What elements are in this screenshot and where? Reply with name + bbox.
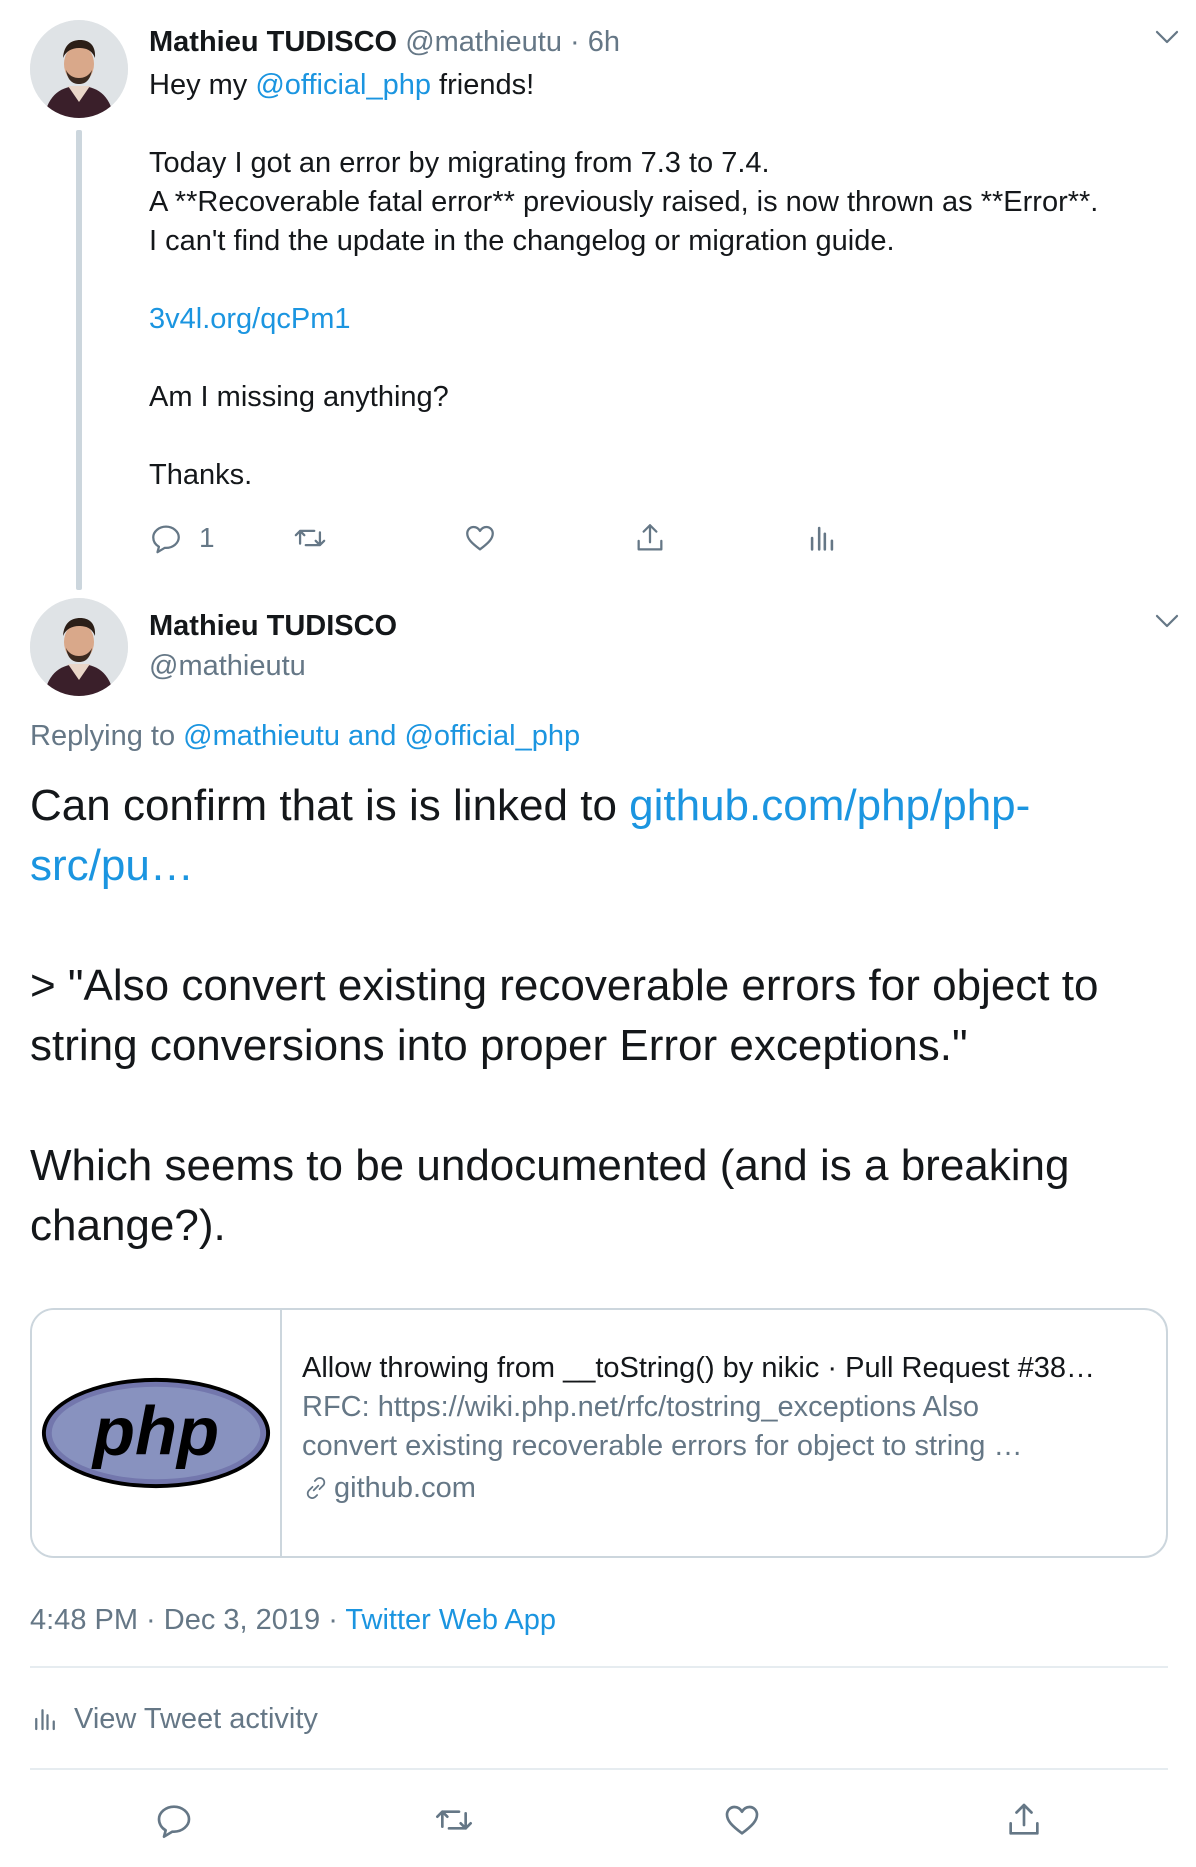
retweet-icon (294, 529, 326, 547)
card-domain: github.com (302, 1466, 1144, 1510)
link-icon (306, 1477, 326, 1499)
text-segment: Hey my (149, 69, 256, 101)
url-link-continued[interactable]: src/pu… (30, 841, 194, 890)
url-link[interactable]: github.com/php/php- (629, 781, 1030, 830)
reply-icon (157, 1805, 191, 1838)
text-segment: friends! (430, 69, 535, 101)
text-segment: Can confirm that is is linked to (30, 781, 630, 830)
like-icon (725, 1805, 759, 1835)
replying-mentions[interactable]: @mathieutu and @official_php (183, 720, 580, 752)
url-link[interactable]: 3v4l.org/qcPm1 (149, 303, 351, 335)
text-line: I can't find the update in the changelog… (149, 225, 895, 257)
tweet-text: Hey my @official_php friends! Today I go… (149, 66, 1179, 495)
share-button[interactable] (633, 516, 667, 560)
like-button[interactable] (722, 1798, 762, 1842)
separator-dot: · (320, 1604, 346, 1636)
view-activity-button[interactable]: View Tweet activity (30, 1698, 318, 1740)
activity-label: View Tweet activity (74, 1702, 318, 1735)
retweet-button[interactable] (293, 516, 327, 560)
tweet-thread: Mathieu TUDISCO @mathieutu · 6h Hey my @… (0, 0, 1196, 1867)
tweet-actions: 1 (149, 516, 1009, 560)
author-name[interactable]: Mathieu TUDISCO (149, 606, 397, 646)
analytics-button[interactable] (805, 516, 839, 560)
tweet-header: Mathieu TUDISCO @mathieutu · 6h (149, 22, 620, 62)
tweet-time[interactable]: 6h (588, 26, 620, 58)
reply-button[interactable]: 1 (149, 516, 215, 560)
main-tweet-actions (0, 1798, 1196, 1842)
share-button[interactable] (1004, 1798, 1044, 1842)
analytics-icon (35, 1709, 55, 1731)
php-logo: php (32, 1310, 282, 1556)
divider (30, 1768, 1168, 1770)
retweet-button[interactable] (434, 1798, 474, 1842)
author-handle[interactable]: @mathieutu (149, 646, 306, 686)
card-description: convert existing recoverable errors for … (302, 1430, 1023, 1462)
reply-button[interactable] (154, 1798, 194, 1842)
replying-to: Replying to @mathieutu and @official_php (30, 716, 580, 756)
analytics-icon (810, 526, 834, 551)
text-line: Am I missing anything? (149, 381, 449, 413)
like-button[interactable] (463, 516, 497, 560)
author-name[interactable]: Mathieu TUDISCO (149, 26, 397, 58)
card-description: RFC: https://wiki.php.net/rfc/tostring_e… (302, 1391, 979, 1423)
like-icon (466, 525, 494, 551)
avatar[interactable] (30, 598, 128, 696)
text-line: Which seems to be undocumented (and is a… (30, 1141, 1070, 1190)
chevron-down-icon[interactable] (1152, 606, 1182, 636)
share-icon (637, 524, 663, 551)
author-handle[interactable]: @mathieutu (405, 26, 562, 58)
tweet-meta: 4:48 PM · Dec 3, 2019 · Twitter Web App (30, 1600, 556, 1640)
quote-line: > "Also convert existing recoverable err… (30, 961, 1099, 1010)
reply-icon (152, 525, 180, 554)
text-line: Today I got an error by migrating from 7… (149, 147, 770, 179)
retweet-icon (436, 1810, 472, 1830)
replying-prefix: Replying to (30, 720, 184, 752)
share-icon (1009, 1803, 1039, 1835)
avatar[interactable] (30, 20, 128, 118)
separator-dot: · (561, 26, 588, 58)
text-line: change?). (30, 1201, 226, 1250)
chevron-down-icon[interactable] (1152, 22, 1182, 52)
card-domain-text: github.com (334, 1472, 476, 1504)
source-link[interactable]: Twitter Web App (345, 1604, 556, 1636)
main-tweet-text: Can confirm that is is linked to github.… (30, 776, 1170, 1256)
text-line: Thanks. (149, 459, 253, 491)
timestamp[interactable]: 4:48 PM · Dec 3, 2019 (30, 1604, 320, 1636)
php-logo-text: php (91, 1393, 219, 1470)
reply-count: 1 (199, 522, 215, 553)
thread-line (76, 130, 82, 590)
text-line: A **Recoverable fatal error** previously… (149, 186, 1099, 218)
divider (30, 1666, 1168, 1668)
quote-line: string conversions into proper Error exc… (30, 1021, 968, 1070)
card-title: Allow throwing from __toString() by niki… (302, 1352, 1095, 1384)
link-preview-card[interactable]: php Allow throwing from __toString() by … (30, 1308, 1168, 1558)
mention-link[interactable]: @official_php (255, 69, 431, 101)
card-info: Allow throwing from __toString() by niki… (282, 1310, 1166, 1556)
